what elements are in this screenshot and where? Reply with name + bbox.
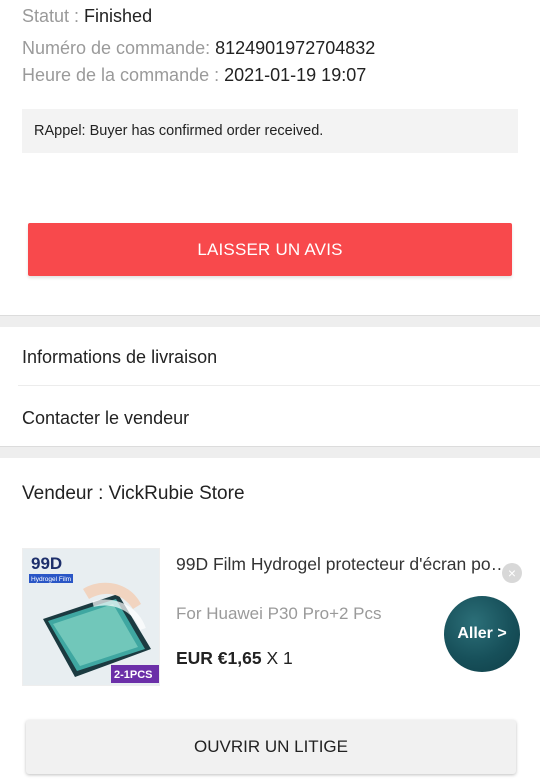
- open-dispute-button[interactable]: OUVRIR UN LITIGE: [26, 720, 516, 774]
- reminder-banner: RAppel: Buyer has confirmed order receiv…: [22, 109, 518, 153]
- product-thumbnail[interactable]: 99D Hydrogel Film 2-1PCS: [22, 548, 160, 686]
- product-price: EUR €1,65 X 1: [176, 646, 293, 670]
- product-title[interactable]: 99D Film Hydrogel protecteur d'écran pou…: [176, 553, 516, 576]
- status-label: Statut :: [22, 6, 85, 26]
- order-number-label: Numéro de commande:: [22, 38, 216, 58]
- order-time: Heure de la commande : 2021-01-19 19:07: [22, 63, 366, 87]
- thumb-badge-top: 99D: [31, 554, 62, 573]
- thumb-badge-bottom: 2-1PCS: [114, 669, 153, 681]
- aller-floating-button[interactable]: Aller >: [444, 596, 520, 672]
- order-number-value: 8124901972704832: [215, 38, 376, 58]
- list-divider: [18, 385, 540, 386]
- section-divider: [0, 315, 540, 327]
- order-status: Statut : Finished: [22, 4, 152, 28]
- delivery-info-link[interactable]: Informations de livraison: [22, 345, 217, 369]
- product-variant: For Huawei P30 Pro+2 Pcs: [176, 604, 382, 623]
- order-time-value: 2021-01-19 19:07: [224, 65, 367, 85]
- order-number: Numéro de commande: 8124901972704832: [22, 36, 375, 60]
- leave-review-button[interactable]: LAISSER UN AVIS: [28, 223, 512, 276]
- thumb-badge-sub: Hydrogel Film: [31, 576, 71, 583]
- product-image: 99D Hydrogel Film 2-1PCS: [23, 549, 159, 685]
- order-time-label: Heure de la commande :: [22, 65, 225, 85]
- close-icon[interactable]: ×: [502, 563, 522, 583]
- price-value: EUR €1,65: [176, 648, 262, 668]
- quantity-value: X 1: [261, 648, 293, 668]
- contact-seller-link[interactable]: Contacter le vendeur: [22, 406, 189, 430]
- section-divider: [0, 446, 540, 458]
- status-value: Finished: [84, 6, 153, 26]
- seller-name[interactable]: Vendeur : VickRubie Store: [22, 482, 245, 506]
